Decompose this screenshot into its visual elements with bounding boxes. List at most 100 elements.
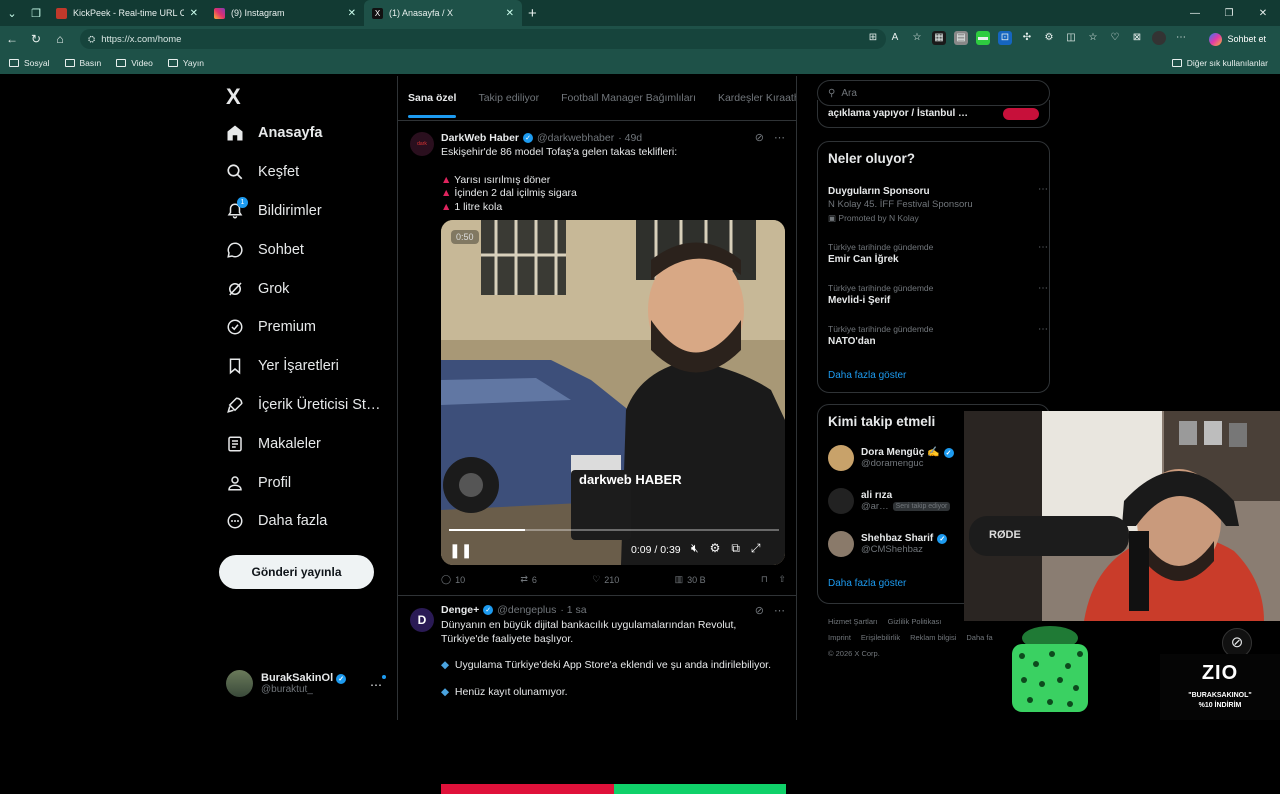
follow-suggestion[interactable]: ali rıza @ar… Seni takip ediyor — [828, 488, 951, 514]
app-install-icon[interactable]: ⊞ — [866, 31, 880, 45]
trending-card-top[interactable]: açıklama yapıyor / İstanbul … — [817, 100, 1050, 128]
collections-icon[interactable]: ⊠ — [1130, 31, 1144, 45]
follow-suggestion[interactable]: Shehbaz Sharif ✓ @CMShehbaz — [828, 531, 948, 557]
nav-item-notifications[interactable]: 1 Bildirimler — [226, 192, 396, 231]
footer-link[interactable]: Hizmet Şartları — [828, 617, 878, 626]
nav-item-profile[interactable]: Profil — [226, 463, 396, 502]
settings-more-icon[interactable]: ⋯ — [1174, 31, 1188, 45]
page-info-icon[interactable]: ⛭ — [88, 34, 95, 45]
bookmark-folder-sosyal[interactable]: Sosyal — [9, 58, 50, 68]
tweet-author-handle[interactable]: @darkwebhaber — [537, 132, 614, 144]
browser-essentials-icon[interactable]: ♡ — [1108, 31, 1122, 45]
footer-link[interactable]: Daha fa — [966, 633, 992, 642]
like-button[interactable]: ♡ 210 — [592, 574, 619, 585]
show-more-link[interactable]: Daha fazla göster — [828, 370, 906, 381]
tweet-time[interactable]: · 49d — [618, 132, 642, 144]
footer-link[interactable]: Gizlilik Politikası — [888, 617, 942, 626]
browser-tab-kickpeek[interactable]: KickPeek - Real-time URL Crawler … ✕ — [48, 0, 206, 26]
promoted-trend[interactable]: Duyguların Sponsoru N Kolay 45. İFF Fest… — [828, 184, 1048, 224]
more-icon[interactable]: ⋯ — [1038, 184, 1048, 195]
favorite-star-icon[interactable]: ☆ — [910, 31, 924, 45]
follow-suggestion[interactable]: Dora Mengüç ✍️ ✓ @doramenguc — [828, 445, 954, 471]
tweet-author-name[interactable]: Denge+ — [441, 604, 479, 616]
browser-tab-instagram[interactable]: (9) Instagram ✕ — [206, 0, 364, 26]
bookmark-folder-video[interactable]: Video — [116, 58, 153, 68]
footer-link[interactable]: Reklam bilgisi — [910, 633, 956, 642]
footer-link[interactable]: Erişilebilirlik — [861, 633, 900, 642]
show-more-link[interactable]: Daha fazla göster — [828, 578, 906, 589]
more-icon[interactable]: ⋯ — [774, 604, 785, 617]
pause-icon[interactable]: ❚❚ — [449, 542, 472, 559]
tab-football-manager[interactable]: Football Manager Bağımlıları — [561, 92, 696, 104]
reply-button[interactable]: ◯ 10 — [441, 574, 465, 585]
tweet-time[interactable]: · 1 sa — [560, 604, 586, 616]
profile-avatar[interactable] — [1152, 31, 1166, 45]
bookmark-icon[interactable]: ⊓ — [761, 574, 768, 585]
tweet-author-handle[interactable]: @dengeplus — [497, 604, 556, 616]
refresh-icon[interactable]: ↻ — [24, 32, 48, 46]
more-icon[interactable]: ⋯ — [370, 678, 382, 692]
extension-2-icon[interactable]: ▤ — [954, 31, 968, 45]
account-switcher[interactable]: BurakSakinOl ✓ @buraktut_ ⋯ — [226, 670, 386, 697]
post-button[interactable]: Gönderi yayınla — [219, 555, 374, 589]
grok-icon[interactable]: ⊘ — [755, 131, 764, 144]
nav-item-bookmarks[interactable]: Yer İşaretleri — [226, 347, 396, 386]
tab-following[interactable]: Takip ediliyor — [478, 92, 539, 104]
split-screen-icon[interactable]: ◫ — [1064, 31, 1078, 45]
tab-list-chevron-icon[interactable]: ⌄ — [0, 0, 24, 26]
extension-3-icon[interactable]: ▬ — [976, 31, 990, 45]
tab-kardesler[interactable]: Kardeşler Kıraath — [718, 92, 796, 104]
tweet-author-name[interactable]: DarkWeb Haber — [441, 132, 519, 144]
mute-icon[interactable]: 🔇︎ — [691, 541, 699, 556]
new-tab-icon[interactable]: + — [528, 5, 537, 22]
nav-item-more[interactable]: Daha fazla — [226, 502, 396, 541]
pip-icon[interactable]: ⧉ — [731, 541, 740, 556]
share-icon[interactable]: ⇧ — [778, 574, 786, 585]
trend-item[interactable]: Türkiye tarihinde gündemde NATO'dan ⋯ — [828, 324, 1048, 347]
grok-icon[interactable]: ⊘ — [755, 604, 764, 617]
minimize-icon[interactable]: — — [1178, 0, 1212, 26]
url-field[interactable]: ⛭ https://x.com/home — [80, 29, 886, 49]
back-icon[interactable]: ← — [0, 32, 24, 46]
fullscreen-icon[interactable]: ⤢ — [751, 541, 761, 556]
home-browser-icon[interactable]: ⌂ — [48, 32, 72, 46]
more-icon[interactable]: ⋯ — [1038, 242, 1048, 253]
trend-item[interactable]: Türkiye tarihinde gündemde Mevlid-i Şeri… — [828, 283, 1048, 306]
read-aloud-icon[interactable]: A — [888, 31, 902, 45]
more-icon[interactable]: ⋯ — [1038, 324, 1048, 335]
nav-item-articles[interactable]: Makaleler — [226, 424, 396, 463]
tab-for-you[interactable]: Sana özel — [408, 92, 457, 118]
nav-item-chat[interactable]: Sohbet — [226, 230, 396, 269]
nav-item-home[interactable]: Anasayfa — [226, 114, 396, 153]
extensions-icon[interactable]: ⚙ — [1042, 31, 1056, 45]
maximize-icon[interactable]: ❐ — [1212, 0, 1246, 26]
close-tab-icon[interactable]: ✕ — [190, 8, 198, 19]
trend-item[interactable]: Türkiye tarihinde gündemde Emir Can İğre… — [828, 242, 1048, 265]
tweet[interactable]: D Denge+ ✓ @dengeplus · 1 sa ⊘ ⋯ Dünyanı… — [398, 596, 797, 794]
favorites-icon[interactable]: ☆ — [1086, 31, 1100, 45]
browser-tab-x[interactable]: X (1) Anasayfa / X ✕ — [364, 0, 522, 26]
bookmark-folder-yayin[interactable]: Yayın — [167, 58, 204, 68]
more-icon[interactable]: ⋯ — [1038, 283, 1048, 294]
nav-item-creator-studio[interactable]: İçerik Üreticisi St… — [226, 386, 396, 425]
x-logo[interactable]: X — [226, 84, 241, 110]
extension-5-icon[interactable]: ✣ — [1020, 31, 1034, 45]
settings-icon[interactable]: ⚙ — [710, 541, 721, 556]
nav-item-explore[interactable]: Keşfet — [226, 153, 396, 192]
nav-item-premium[interactable]: Premium — [226, 308, 396, 347]
nav-item-grok[interactable]: Grok — [226, 269, 396, 308]
copilot-button[interactable]: Sohbet et — [1201, 29, 1274, 49]
views-button[interactable]: ▥ 30 B — [675, 574, 706, 585]
close-tab-icon[interactable]: ✕ — [506, 8, 514, 19]
workspaces-icon[interactable]: ❐ — [24, 0, 48, 26]
footer-link[interactable]: Imprint — [828, 633, 851, 642]
close-tab-icon[interactable]: ✕ — [348, 8, 356, 19]
bookmark-folder-basin[interactable]: Basın — [64, 58, 101, 68]
close-window-icon[interactable]: ✕ — [1246, 0, 1280, 26]
extension-1-icon[interactable]: ▦ — [932, 31, 946, 45]
extension-4-icon[interactable]: ⊡ — [998, 31, 1012, 45]
more-icon[interactable]: ⋯ — [774, 131, 785, 144]
video-progress-track[interactable] — [449, 529, 779, 531]
other-bookmarks[interactable]: Diğer sık kullanılanlar — [1171, 58, 1268, 68]
video-player[interactable]: 0:50 darkweb HABER ❚❚ 0:09 / 0:39 🔇︎ ⚙ ⧉… — [441, 220, 785, 565]
